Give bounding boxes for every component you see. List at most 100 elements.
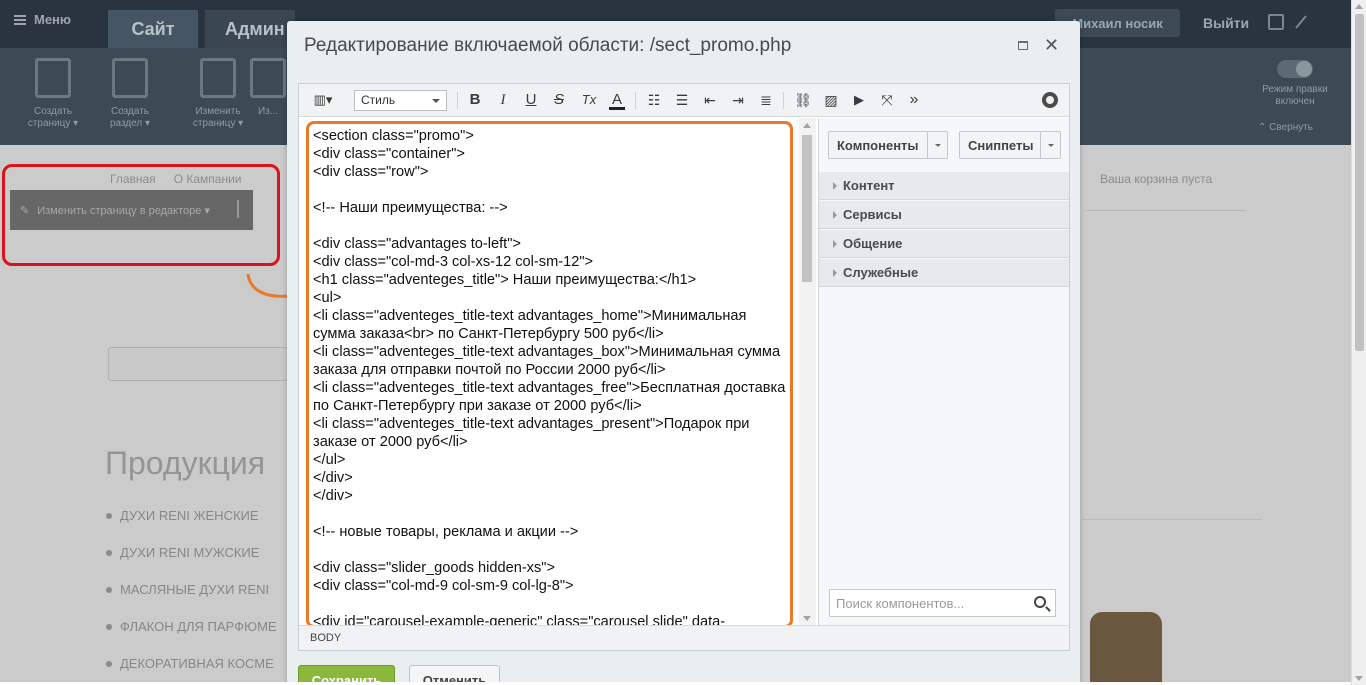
category-label: МАСЛЯНЫЕ ДУХИ RENI [120, 582, 270, 597]
snippets-button-label: Сниппеты [968, 137, 1034, 153]
code-line[interactable]: <!-- новые товары, реклама и акции --> [313, 523, 791, 541]
bullet-icon [106, 512, 112, 519]
outdent-icon[interactable]: ⇤ [701, 91, 719, 109]
code-line[interactable]: </div> [313, 487, 791, 505]
underline-icon[interactable]: U [523, 91, 539, 109]
code-line[interactable]: <div class="slider_goods hidden-xs"> [313, 559, 791, 577]
collapse-panel-link[interactable]: ⌃ Свернуть [1258, 122, 1313, 133]
font-color-icon[interactable]: A [609, 91, 625, 110]
panel-settings-icon[interactable] [1268, 14, 1284, 30]
code-line[interactable] [313, 541, 791, 559]
code-line[interactable] [313, 217, 791, 235]
category-item[interactable]: МАСЛЯНЫЕ ДУХИ RENI [106, 582, 269, 597]
logout-link[interactable]: Выйти [1203, 15, 1249, 31]
code-line[interactable]: <section class="promo"> [313, 127, 791, 145]
scrollbar-thumb[interactable] [1355, 14, 1364, 351]
code-line[interactable]: <div class="container"> [313, 145, 791, 163]
create-page-tool[interactable]: Создать страницу ▾ [18, 58, 88, 130]
code-line[interactable]: <div class="advantages to-left"> [313, 235, 791, 253]
remove-format-icon[interactable]: Tx [579, 91, 599, 109]
element-path[interactable]: BODY [310, 632, 341, 644]
chevron-down-icon [432, 99, 440, 103]
new-page-icon [35, 58, 71, 98]
code-scrollbar[interactable] [799, 118, 816, 625]
menu-label: Меню [34, 12, 72, 27]
scroll-down-icon[interactable] [803, 616, 811, 621]
scrollbar-thumb[interactable] [802, 135, 812, 282]
italic-icon[interactable]: I [495, 91, 511, 109]
code-line[interactable]: <li class="adventeges_title-text advanta… [313, 379, 791, 415]
scroll-up-icon[interactable] [1355, 4, 1363, 9]
component-search-input[interactable]: Поиск компонентов... [829, 589, 1056, 617]
bold-icon[interactable]: B [467, 91, 483, 109]
code-line[interactable]: <div class="col-md-9 col-sm-9 col-lg-8"> [313, 577, 791, 595]
more-tools-icon[interactable]: » [905, 91, 923, 109]
code-line[interactable]: <div class="col-md-3 col-xs-12 col-sm-12… [313, 253, 791, 271]
product-image[interactable] [1090, 612, 1162, 685]
code-line[interactable]: <div class="row"> [313, 163, 791, 181]
close-icon[interactable]: ✕ [1044, 35, 1059, 55]
components-button[interactable]: Компоненты [828, 131, 948, 159]
code-line[interactable]: <!-- Наши преимущества: --> [313, 199, 791, 217]
create-page-label: Создать страницу ▾ [27, 106, 79, 129]
snippets-button[interactable]: Сниппеты [959, 131, 1061, 159]
fullscreen-icon[interactable]: ⤧ [877, 91, 897, 109]
maximize-icon[interactable] [1018, 41, 1028, 50]
scroll-up-icon[interactable] [803, 123, 811, 128]
scroll-down-icon[interactable] [1355, 676, 1363, 681]
category-item[interactable]: ДУХИ RENI МУЖСКИЕ [106, 545, 259, 560]
video-icon[interactable]: ▶ [849, 91, 869, 109]
gear-icon[interactable] [1042, 92, 1058, 108]
section-content[interactable]: Контент [819, 172, 1069, 200]
edit-page-tool[interactable]: Изменить страницу ▾ [183, 58, 253, 130]
components-button-label: Компоненты [837, 137, 919, 153]
code-line[interactable]: <li class="adventeges_title-text advanta… [313, 307, 791, 343]
edit-page-icon [200, 58, 236, 98]
code-line[interactable] [313, 181, 791, 199]
code-line[interactable] [313, 505, 791, 523]
code-line[interactable]: <li class="adventeges_title-text advanta… [313, 343, 791, 379]
edit-section-tool[interactable]: Из... [250, 58, 286, 118]
ordered-list-icon[interactable]: ☷ [645, 91, 663, 109]
code-line[interactable]: </ul> [313, 451, 791, 469]
menu-button[interactable]: Меню [14, 12, 71, 27]
link-icon[interactable]: ⛓ [793, 91, 813, 109]
search-icon[interactable] [1034, 596, 1046, 608]
dialog-title: Редактирование включаемой области: /sect… [304, 35, 792, 56]
tab-site[interactable]: Сайт [108, 10, 198, 48]
site-search-input[interactable] [108, 347, 288, 381]
image-icon[interactable]: ▨ [821, 91, 841, 109]
html-editor: ▥▾ Стиль B I U S Tx A ☷ ☰ ⇤ ⇥ ≣ ⛓ ▨ ▶ ⤧ … [298, 83, 1070, 651]
code-line[interactable]: <ul> [313, 289, 791, 307]
category-item[interactable]: ДУХИ RENI ЖЕНСКИЕ [106, 508, 259, 523]
create-section-label: Создать раздел ▾ [109, 106, 151, 129]
category-item[interactable]: ФЛАКОН ДЛЯ ПАРФЮМЕ [106, 619, 277, 634]
align-justify-icon[interactable]: ≣ [757, 91, 775, 109]
code-text[interactable]: <section class="promo"> <div class="conta… [313, 127, 791, 631]
products-heading: Продукция [105, 445, 266, 481]
tab-admin[interactable]: Админ [205, 10, 295, 48]
section-service[interactable]: Служебные [819, 259, 1069, 287]
code-line[interactable]: </div> [313, 469, 791, 487]
toolbar-separator [783, 92, 784, 109]
section-services[interactable]: Сервисы [819, 201, 1069, 229]
code-line[interactable]: <li class="adventeges_title-text advanta… [313, 415, 791, 451]
chevron-down-icon[interactable] [927, 132, 947, 158]
unordered-list-icon[interactable]: ☰ [673, 91, 691, 109]
page-scrollbar[interactable] [1351, 0, 1366, 685]
code-line[interactable]: <h1 class="adventeges_title"> Наши преим… [313, 271, 791, 289]
section-communication[interactable]: Общение [819, 230, 1069, 258]
style-select[interactable]: Стиль [354, 90, 447, 111]
basket-status[interactable]: Ваша корзина пуста [1100, 172, 1212, 186]
bullet-icon [106, 549, 112, 556]
category-label: ДУХИ RENI МУЖСКИЕ [120, 545, 260, 560]
strikethrough-icon[interactable]: S [551, 91, 567, 109]
chevron-down-icon[interactable] [1040, 132, 1060, 158]
category-item[interactable]: ДЕКОРАТИВНАЯ КОСМЕ [106, 656, 274, 671]
code-line[interactable] [313, 595, 791, 613]
toolbar-separator [635, 92, 636, 109]
indent-icon[interactable]: ⇥ [729, 91, 747, 109]
view-mode-icon[interactable]: ▥▾ [309, 91, 337, 109]
edit-mode-toggle[interactable]: Режим правки включен [1255, 60, 1335, 108]
create-section-tool[interactable]: Создать раздел ▾ [95, 58, 165, 130]
